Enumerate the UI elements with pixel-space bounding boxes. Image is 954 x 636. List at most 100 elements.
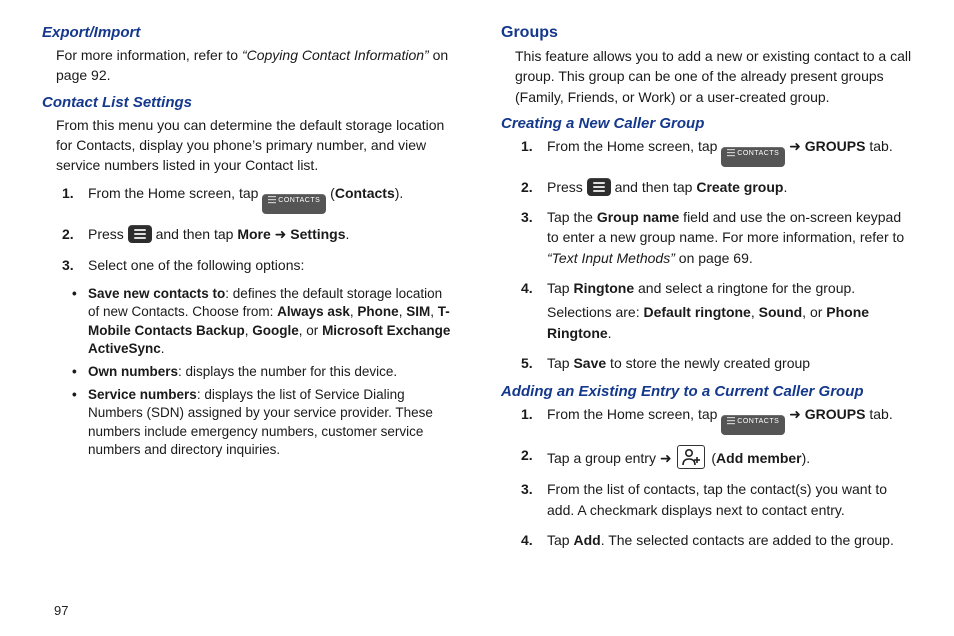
page-number: 97	[54, 603, 68, 618]
step-2: 2. Press and then tap Create group.	[521, 177, 912, 197]
text-bold: GROUPS	[805, 138, 866, 154]
text: Tap	[547, 532, 573, 548]
heading-export-import: Export/Import	[42, 24, 453, 41]
text: tab.	[865, 138, 892, 154]
text: : displays the number for this device.	[178, 364, 397, 379]
step-4: 4. Tap Add. The selected contacts are ad…	[521, 530, 912, 550]
text-bold: GROUPS	[805, 406, 866, 422]
text: . The selected contacts are added to the…	[601, 532, 894, 548]
text: .	[608, 325, 612, 341]
text: From the Home screen, tap	[547, 138, 721, 154]
text: Press	[88, 226, 128, 242]
text-bold: Phone	[357, 304, 398, 319]
text-bold: Add member	[716, 450, 802, 466]
cross-reference: “Copying Contact Information”	[242, 47, 429, 63]
step-number: 4.	[521, 278, 533, 298]
settings-options-list: Save new contacts to: defines the defaul…	[72, 285, 453, 459]
step-number: 5.	[521, 353, 533, 373]
text: .	[346, 226, 350, 242]
step-number: 3.	[62, 255, 74, 275]
contacts-icon-label: CONTACTS	[278, 197, 320, 204]
step-3: 3. Select one of the following options:	[62, 255, 453, 275]
text: Press	[547, 179, 587, 195]
option-save-new-contacts: Save new contacts to: defines the defaul…	[72, 285, 453, 358]
step-3: 3. From the list of contacts, tap the co…	[521, 479, 912, 520]
step-5: 5. Tap Save to store the newly created g…	[521, 353, 912, 373]
step-number: 2.	[521, 445, 533, 465]
text: Tap a group entry ➜	[547, 450, 675, 466]
step-1: 1. From the Home screen, tap CONTACTS ➜ …	[521, 136, 912, 167]
step-number: 3.	[521, 207, 533, 227]
text-bold: Save	[573, 355, 606, 371]
text: Tap	[547, 280, 573, 296]
text-bold: More	[237, 226, 270, 242]
step-3: 3. Tap the Group name field and use the …	[521, 207, 912, 268]
step-number: 3.	[521, 479, 533, 499]
step-number: 1.	[521, 136, 533, 156]
text: From the Home screen, tap	[88, 185, 262, 201]
contacts-icon-label: CONTACTS	[737, 418, 779, 425]
text: , or	[299, 323, 322, 338]
right-column: Groups This feature allows you to add a …	[477, 22, 912, 624]
text-bold: Default ringtone	[644, 304, 751, 320]
text: ).	[395, 185, 404, 201]
text: on page 69.	[675, 250, 753, 266]
text: and select a ringtone for the group.	[634, 280, 855, 296]
option-lead: Service numbers	[88, 387, 197, 402]
step-1: 1. From the Home screen, tap CONTACTS ➜ …	[521, 404, 912, 435]
text: (	[707, 450, 716, 466]
step-number: 2.	[521, 177, 533, 197]
text-bold: Sound	[759, 304, 803, 320]
text: , or	[802, 304, 826, 320]
step-4: 4. Tap Ringtone and select a ringtone fo…	[521, 278, 912, 343]
option-service-numbers: Service numbers: displays the list of Se…	[72, 386, 453, 459]
step-number: 1.	[521, 404, 533, 424]
menu-icon	[128, 225, 152, 243]
text-bold: Contacts	[335, 185, 395, 201]
text: From the list of contacts, tap the conta…	[547, 481, 887, 517]
groups-paragraph: This feature allows you to add a new or …	[515, 46, 912, 107]
text: .	[161, 341, 165, 356]
text-bold: SIM	[406, 304, 430, 319]
text: Tap	[547, 355, 573, 371]
text: Selections are:	[547, 304, 644, 320]
text: and then tap	[611, 179, 697, 195]
step-2: 2. Press and then tap More ➜ Settings.	[62, 224, 453, 244]
contact-list-steps: 1. From the Home screen, tap CONTACTS (C…	[62, 183, 453, 275]
cross-reference: “Text Input Methods”	[547, 250, 675, 266]
manual-page: Export/Import For more information, refe…	[0, 0, 954, 636]
heading-add-existing-entry: Adding an Existing Entry to a Current Ca…	[501, 383, 912, 400]
text: tab.	[865, 406, 892, 422]
heading-contact-list-settings: Contact List Settings	[42, 94, 453, 111]
left-column: Export/Import For more information, refe…	[42, 22, 477, 624]
text-bold: Ringtone	[573, 280, 634, 296]
step-number: 2.	[62, 224, 74, 244]
step-1: 1. From the Home screen, tap CONTACTS (C…	[62, 183, 453, 214]
option-lead: Save new contacts to	[88, 286, 225, 301]
text-bold: Create group	[696, 179, 783, 195]
text: From the Home screen, tap	[547, 406, 721, 422]
text-bold: Always ask	[277, 304, 350, 319]
add-member-icon	[677, 445, 705, 469]
text: ,	[430, 304, 438, 319]
text: ,	[751, 304, 759, 320]
arrow-icon: ➜	[785, 138, 805, 154]
text: .	[783, 179, 787, 195]
text: to store the newly created group	[606, 355, 810, 371]
add-existing-steps: 1. From the Home screen, tap CONTACTS ➜ …	[521, 404, 912, 550]
step-2: 2. Tap a group entry ➜ (Add member).	[521, 445, 912, 469]
contacts-icon-label: CONTACTS	[737, 150, 779, 157]
heading-create-new-caller-group: Creating a New Caller Group	[501, 115, 912, 132]
text: ).	[802, 450, 811, 466]
text-bold: Group name	[597, 209, 679, 225]
contacts-icon: CONTACTS	[721, 415, 785, 435]
contacts-icon: CONTACTS	[721, 147, 785, 167]
arrow-icon: ➜	[785, 406, 805, 422]
option-own-numbers: Own numbers: displays the number for thi…	[72, 363, 453, 381]
text: Tap the	[547, 209, 597, 225]
text-bold: Google	[252, 323, 299, 338]
menu-icon	[587, 178, 611, 196]
step-number: 1.	[62, 183, 74, 203]
text: Select one of the following options:	[88, 257, 304, 273]
heading-groups: Groups	[501, 24, 912, 42]
